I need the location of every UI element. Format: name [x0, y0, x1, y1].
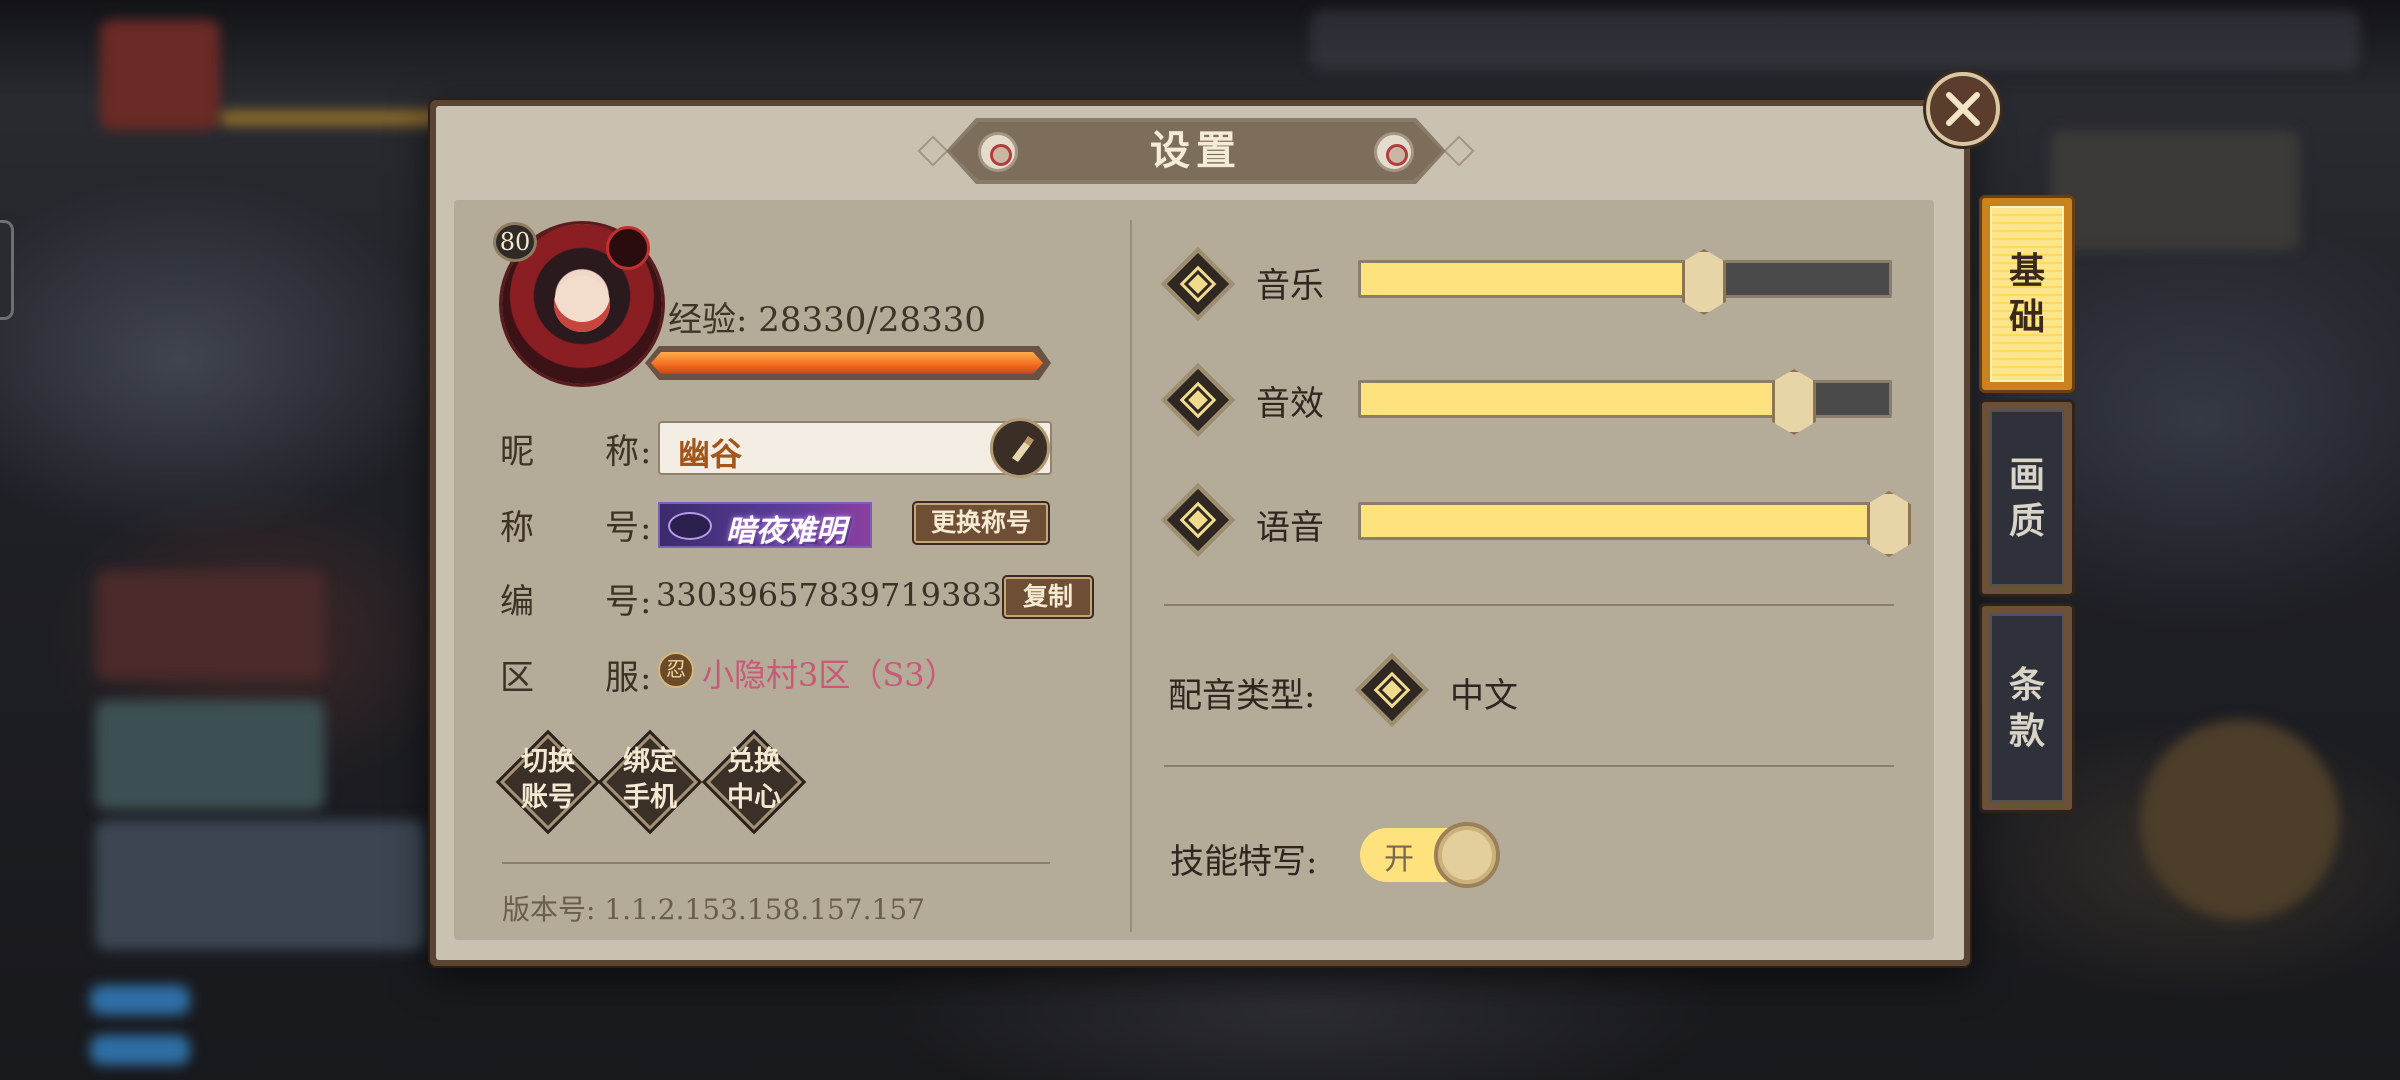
- title-label: 称 号:: [500, 508, 653, 548]
- bind-phone-button[interactable]: 绑定 手机: [601, 733, 699, 831]
- close-button[interactable]: [1926, 72, 2000, 146]
- nickname-value: 幽谷: [678, 435, 743, 473]
- background-side-handle: [0, 220, 14, 320]
- dialog-title: 设置: [1150, 127, 1242, 174]
- nickname-label: 昵 称:: [500, 432, 653, 472]
- bind-phone-label-1: 绑定: [623, 746, 677, 777]
- id-label: 编 号:: [500, 582, 653, 622]
- background-tag: [90, 1035, 190, 1065]
- close-icon: [1946, 92, 1980, 126]
- dialog-title-banner: 设置: [916, 118, 1476, 184]
- voice-label: 语音: [1256, 508, 1324, 548]
- toggle-state-label: 开: [1384, 842, 1414, 877]
- tab-terms-label-2: 款: [2008, 710, 2045, 752]
- background-card: [95, 700, 325, 810]
- background-top-icons: [1310, 10, 2360, 70]
- sfx-diamond-icon: [1160, 362, 1236, 438]
- music-slider[interactable]: [1358, 249, 1892, 315]
- toggle-knob: [1434, 822, 1500, 888]
- redeem-center-button[interactable]: 兑换 中心: [705, 733, 803, 831]
- skill-closeup-toggle[interactable]: 开: [1360, 822, 1500, 888]
- music-slider-handle[interactable]: [1680, 249, 1728, 315]
- server-name: 小隐村3区（S3）: [702, 656, 957, 694]
- column-divider: [1130, 220, 1132, 932]
- music-diamond-icon: [1160, 246, 1236, 322]
- music-label: 音乐: [1256, 266, 1324, 306]
- tab-basic[interactable]: 基 础: [1982, 198, 2072, 390]
- skill-closeup-label: 技能特写:: [1170, 842, 1318, 882]
- sfx-slider-handle[interactable]: [1770, 369, 1818, 435]
- profile-divider: [502, 862, 1050, 864]
- player-title-text: 暗夜难明: [726, 514, 846, 549]
- switch-account-button[interactable]: 切换 账号: [499, 733, 597, 831]
- avatar-face: [554, 276, 610, 332]
- exp-progress-fill: [651, 352, 1043, 374]
- level-badge: 80: [493, 222, 537, 262]
- switch-account-label-2: 账号: [521, 782, 575, 813]
- tab-basic-label-1: 基: [2008, 250, 2045, 292]
- voice-slider[interactable]: [1358, 491, 1911, 557]
- avatar-frame-ornament: [606, 226, 650, 270]
- version-label: 版本号: 1.1.2.153.158.157.157: [502, 893, 925, 926]
- music-slider-fill: [1361, 263, 1704, 295]
- player-id: 3303965783971938304: [656, 576, 1043, 614]
- tab-basic-label-2: 础: [2008, 296, 2045, 338]
- tab-graphics-label-2: 质: [2008, 500, 2045, 542]
- sfx-slider-fill: [1361, 383, 1794, 415]
- sfx-slider[interactable]: [1358, 369, 1892, 435]
- background-panel: [2050, 130, 2300, 250]
- background-exp-bar: [220, 110, 440, 126]
- background-panel: [2140, 720, 2340, 920]
- eye-icon: [668, 512, 712, 540]
- tab-graphics[interactable]: 画 质: [1982, 402, 2072, 594]
- tab-terms-label-1: 条: [2008, 664, 2045, 706]
- exp-label: 经验: 28330/28330: [668, 300, 987, 340]
- sfx-label: 音效: [1256, 384, 1324, 424]
- background-tag: [90, 985, 190, 1015]
- voice-diamond-icon: [1160, 482, 1236, 558]
- settings-divider: [1164, 765, 1894, 767]
- voice-type-label: 配音类型:: [1168, 676, 1316, 716]
- voice-slider-handle[interactable]: [1865, 491, 1913, 557]
- redeem-center-label-2: 中心: [727, 782, 781, 813]
- background-card: [95, 570, 325, 680]
- tab-graphics-label-1: 画: [2008, 454, 2045, 496]
- voice-type-diamond-icon[interactable]: [1354, 652, 1430, 728]
- copy-id-button[interactable]: 复制: [1004, 577, 1092, 617]
- background-card: [95, 820, 425, 950]
- server-label: 区 服:: [500, 658, 653, 698]
- settings-divider: [1164, 604, 1894, 606]
- brush-icon: [1012, 436, 1034, 462]
- redeem-center-label-1: 兑换: [727, 746, 781, 777]
- edit-nickname-button[interactable]: [990, 418, 1050, 478]
- switch-account-label-1: 切换: [521, 746, 575, 777]
- server-icon: 忍: [658, 652, 694, 688]
- tab-terms[interactable]: 条 款: [1982, 606, 2072, 810]
- exp-progress-bar: [645, 346, 1051, 380]
- voice-slider-fill: [1361, 505, 1889, 537]
- background-player-avatar: [100, 20, 220, 130]
- bind-phone-label-2: 手机: [623, 782, 677, 813]
- player-title-badge: 暗夜难明: [658, 502, 872, 549]
- voice-type-value[interactable]: 中文: [1450, 668, 1518, 717]
- change-title-button[interactable]: 更换称号: [914, 503, 1048, 543]
